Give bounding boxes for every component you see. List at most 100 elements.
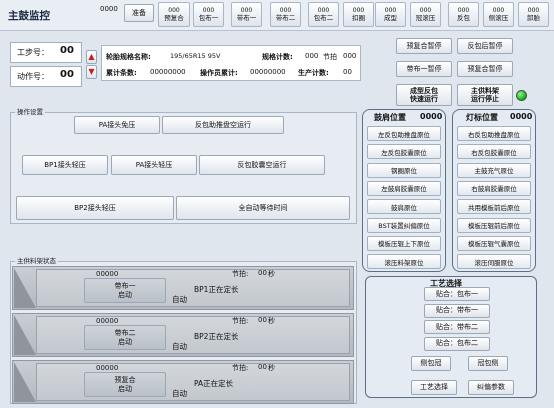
lamp-item[interactable]: 模板压辊前后原位 <box>457 217 531 233</box>
ready-button[interactable]: 准备 <box>124 4 154 22</box>
feed-beat-label: 节拍: <box>232 317 249 325</box>
feed-title: 主供料架状态 <box>15 255 58 265</box>
spec-count-value: 000 <box>305 52 319 60</box>
tab-label: 带布一 <box>236 14 257 23</box>
pre-pause2-button[interactable]: 预复合暂停 <box>457 61 513 77</box>
process-item[interactable]: 贴合：带布二 <box>424 320 490 334</box>
tab-1[interactable]: 000 包布一 <box>193 2 224 27</box>
tab-7[interactable]: 000 冠滚压 <box>410 2 441 27</box>
turnup-pause-button[interactable]: 反包后暂停 <box>457 38 513 54</box>
tab-5[interactable]: 000 扣圈 <box>343 2 374 27</box>
fast-run-button[interactable]: 成型反包 快速运行 <box>396 84 452 106</box>
pre-pause-button[interactable]: 预复合暂停 <box>396 38 452 54</box>
prod-count-value: 00 <box>343 68 352 76</box>
tab-label: 带布二 <box>275 14 296 23</box>
bp2-light-button[interactable]: BP2接头轻压 <box>16 196 174 220</box>
shoulder-item[interactable]: BST装置纠偏原位 <box>367 217 441 233</box>
feed-arrow-icon <box>14 315 36 355</box>
feed-arrow-icon <box>14 268 36 308</box>
ops-title: 操作设置 <box>15 106 45 116</box>
tab-label: 卸胎 <box>527 14 540 23</box>
feed-beat-value: 00 <box>258 269 267 277</box>
feed-state: 启动 <box>118 290 132 299</box>
lamp-item[interactable]: 右反包助推盘原位 <box>457 126 531 141</box>
top-counter: 0000 <box>100 5 118 13</box>
pa-press-button[interactable]: PA接头免压 <box>74 116 160 134</box>
turnup-bladder-button[interactable]: 反包胶囊空运行 <box>199 155 325 175</box>
tab-3[interactable]: 000 带布二 <box>270 2 301 27</box>
feed-auto: 自动 <box>172 295 187 304</box>
lamp-item[interactable]: 模板压辊气囊原位 <box>457 235 531 251</box>
feed-start-button[interactable]: 带布一 启动 <box>84 278 166 303</box>
spec-value: 195/65R15 95V <box>170 52 221 60</box>
operator-total-value: 00000000 <box>250 68 286 76</box>
feed-beat-unit: 秒 <box>268 317 275 325</box>
feed-name: 带布二 <box>114 329 136 338</box>
tab-0[interactable]: 000 预复合 <box>158 2 190 27</box>
feed-counter: 00000 <box>96 270 119 278</box>
tab-label: 冠滚压 <box>415 14 436 23</box>
ply1-pause-button[interactable]: 带布一暂停 <box>396 61 452 77</box>
deviation-param-button[interactable]: 纠偏参数 <box>468 380 514 395</box>
status-indicator <box>516 90 527 101</box>
tab-label: 成型 <box>384 14 397 23</box>
tab-2[interactable]: 000 带布一 <box>231 2 262 27</box>
cycle-value: 000 <box>343 52 357 60</box>
feed-arrow-icon <box>14 362 36 402</box>
pa-light-button[interactable]: PA接头轻压 <box>111 155 197 175</box>
tab-label: 反包 <box>457 14 470 23</box>
shoulder-item[interactable]: 鼓肩原位 <box>367 199 441 215</box>
lamp-item[interactable]: 共用模板前后原位 <box>457 199 531 215</box>
shoulder-item[interactable]: 模板压辊上下原位 <box>367 235 441 251</box>
lamp-item[interactable]: 右反包胶囊原位 <box>457 144 531 160</box>
feed-beat-unit: 秒 <box>268 270 275 278</box>
feed-beat-label: 节拍: <box>232 270 249 278</box>
up-arrow-button[interactable]: ▲ <box>86 50 97 64</box>
turnup-push-button[interactable]: 反包助推盘空运行 <box>162 116 284 134</box>
process-item[interactable]: 贴合：带布一 <box>424 303 490 318</box>
total-label: 累计条数: <box>106 69 137 77</box>
process-select-button[interactable]: 工艺选择 <box>411 380 457 395</box>
shoulder-item[interactable]: 左反包助推盘原位 <box>367 126 441 141</box>
spec-count-label: 规格计数: <box>262 53 293 61</box>
feed-beat-unit: 秒 <box>268 364 275 372</box>
feed-beat-label: 节拍: <box>232 364 249 372</box>
feed-counter: 00000 <box>96 364 119 372</box>
stop-feed-button[interactable]: 主供料架 运行停止 <box>457 84 513 106</box>
spec-label: 轮胎规格名称: <box>106 53 151 61</box>
down-arrow-button[interactable]: ▼ <box>86 65 97 79</box>
shoulder-item[interactable]: 钢圈原位 <box>367 162 441 178</box>
lamp-value: 0000 <box>510 112 533 121</box>
action-value: 00 <box>60 69 74 80</box>
lamp-item[interactable]: 主鼓充气原位 <box>457 162 531 178</box>
side-over-crown-button[interactable]: 侧包冠 <box>411 356 451 371</box>
shoulder-item[interactable]: 左反包胶囊原位 <box>367 144 441 160</box>
action-label: 动作号： <box>17 72 49 81</box>
process-item[interactable]: 贴合：包布一 <box>424 287 490 301</box>
cycle-label: 节拍 <box>323 53 337 61</box>
process-item[interactable]: 贴合：包布二 <box>424 336 490 351</box>
feed-start-button[interactable]: 预复合 启动 <box>84 372 166 397</box>
feed-start-button[interactable]: 带布二 启动 <box>84 325 166 350</box>
tab-label: 包布二 <box>313 14 334 23</box>
tab-label: 扣圈 <box>352 14 365 23</box>
crown-over-side-button[interactable]: 冠包侧 <box>468 356 508 371</box>
lamp-item[interactable]: 右鼓肩胶囊原位 <box>457 180 531 196</box>
lamp-item[interactable]: 滚压伺服原位 <box>457 254 531 270</box>
feed-name: 带布一 <box>114 282 136 291</box>
tab-10[interactable]: 000 卸胎 <box>518 2 549 27</box>
shoulder-item[interactable]: 滚压料架原位 <box>367 254 441 270</box>
feed-beat-value: 00 <box>258 363 267 371</box>
tab-9[interactable]: 000 侧滚压 <box>483 2 514 27</box>
feed-counter: 00000 <box>96 317 119 325</box>
tab-6[interactable]: 000 成型 <box>375 2 406 27</box>
step-label: 工步号： <box>17 48 49 57</box>
shoulder-item[interactable]: 左鼓肩胶囊原位 <box>367 180 441 196</box>
feed-message: BP1正在定长 <box>194 285 239 294</box>
tab-4[interactable]: 000 包布二 <box>308 2 339 27</box>
tab-8[interactable]: 000 反包 <box>448 2 479 27</box>
bp1-light-button[interactable]: BP1接头轻压 <box>22 155 108 175</box>
auto-wait-button[interactable]: 全自动等待时间 <box>176 196 350 220</box>
feed-state: 启动 <box>118 337 132 346</box>
feed-message: BP2正在定长 <box>194 332 239 341</box>
